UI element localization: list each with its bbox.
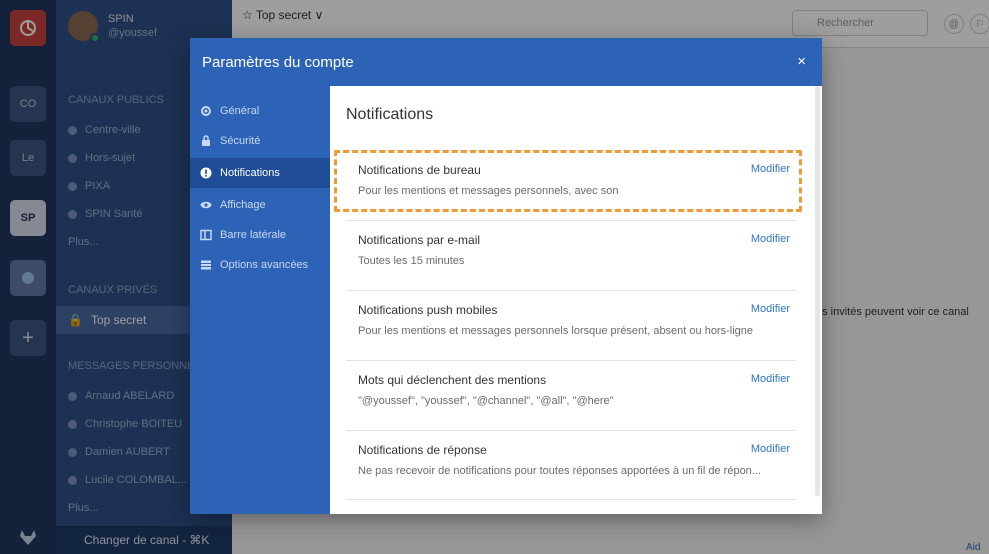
tab-display[interactable]: Affichage	[190, 190, 330, 220]
setting-description: "@youssef", "youssef", "@channel", "@all…	[358, 395, 614, 407]
section-title: Notifications	[346, 106, 434, 123]
setting-title: Mots qui déclenchent des mentions	[358, 373, 547, 387]
setting-description: Ne pas recevoir de notifications pour to…	[358, 465, 761, 477]
divider	[346, 290, 796, 291]
scrollbar[interactable]	[815, 86, 820, 496]
edit-button[interactable]: Modifier	[751, 443, 790, 455]
tab-security[interactable]: Sécurité	[190, 126, 330, 156]
setting-title: Notifications de réponse	[358, 443, 487, 457]
modal-header: Paramètres du compte ×	[190, 38, 822, 86]
close-icon[interactable]: ×	[797, 53, 806, 70]
setting-email-notifications[interactable]: Notifications par e-mail Toutes les 15 m…	[346, 220, 796, 290]
edit-button[interactable]: Modifier	[751, 373, 790, 385]
list-icon	[200, 259, 212, 271]
lock-icon	[200, 135, 212, 147]
setting-description: Pour les mentions et messages personnels…	[358, 185, 619, 197]
setting-desktop-notifications[interactable]: Notifications de bureau Pour les mention…	[346, 150, 796, 220]
setting-title: Notifications par e-mail	[358, 233, 481, 247]
setting-description: Toutes les 15 minutes	[358, 255, 465, 267]
divider	[346, 360, 796, 361]
account-settings-modal: Paramètres du compte × Général Sécurité …	[190, 38, 822, 514]
gear-icon	[200, 105, 212, 117]
setting-description: Pour les mentions et messages personnels…	[358, 325, 754, 337]
setting-title: Notifications de bureau	[358, 163, 481, 177]
divider	[346, 150, 796, 151]
edit-button[interactable]: Modifier	[751, 163, 790, 175]
tab-general[interactable]: Général	[190, 96, 330, 126]
setting-title: Notifications push mobiles	[358, 303, 498, 317]
settings-content: Notifications Notifications de bureau Po…	[330, 86, 822, 514]
setting-mention-keywords[interactable]: Mots qui déclenchent des mentions "@yous…	[346, 360, 796, 430]
eye-icon	[200, 199, 212, 211]
tab-notifications[interactable]: Notifications	[190, 158, 330, 188]
setting-push-notifications[interactable]: Notifications push mobiles Pour les ment…	[346, 290, 796, 360]
modal-title: Paramètres du compte	[202, 53, 354, 71]
edit-button[interactable]: Modifier	[751, 233, 790, 245]
tab-advanced[interactable]: Options avancées	[190, 250, 330, 280]
divider	[346, 220, 796, 221]
settings-nav: Général Sécurité Notifications Affichage…	[190, 86, 330, 514]
divider	[346, 430, 796, 431]
tab-sidebar[interactable]: Barre latérale	[190, 220, 330, 250]
divider	[346, 499, 796, 500]
alert-icon	[200, 167, 212, 179]
setting-reply-notifications[interactable]: Notifications de réponse Ne pas recevoir…	[346, 430, 796, 500]
edit-button[interactable]: Modifier	[751, 303, 790, 315]
columns-icon	[200, 229, 212, 241]
